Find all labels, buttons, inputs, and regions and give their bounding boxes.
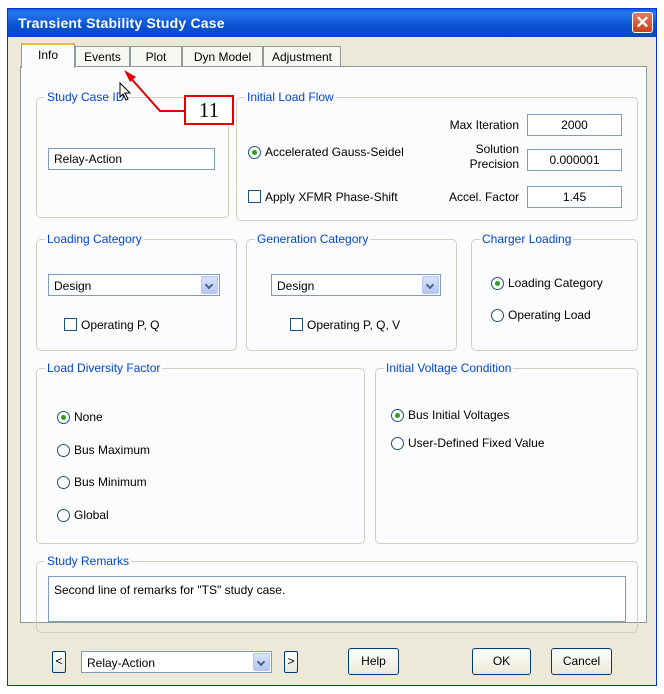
charger-operating-load-radio[interactable]	[491, 309, 504, 322]
title-bar[interactable]: Transient Stability Study Case ✕	[8, 9, 656, 37]
chevron-down-icon[interactable]	[201, 276, 218, 294]
apply-xfmr-checkbox[interactable]	[248, 190, 261, 203]
charger-loading-group: Charger Loading	[471, 232, 638, 351]
accel-factor-label: Accel. Factor	[448, 190, 519, 204]
tab-dyn-model[interactable]: Dyn Model	[182, 46, 263, 67]
loading-operating-pq-checkbox[interactable]	[64, 318, 77, 331]
tab-info[interactable]: Info	[21, 43, 75, 68]
tab-events[interactable]: Events	[75, 46, 130, 67]
initial-voltage-group: Initial Voltage Condition	[375, 361, 638, 544]
annotation-callout: 11	[184, 95, 234, 125]
user-defined-fixed-value-radio[interactable]	[391, 437, 404, 450]
bus-initial-voltages-radio[interactable]	[391, 409, 404, 422]
diversity-bus-minimum-radio[interactable]	[57, 476, 70, 489]
tab-plot[interactable]: Plot	[130, 46, 182, 67]
previous-study-case-button[interactable]: <	[52, 651, 66, 673]
max-iteration-input[interactable]: 2000	[527, 114, 622, 136]
study-case-select[interactable]: Relay-Action	[81, 651, 272, 673]
accelerated-gauss-seidel-radio[interactable]	[248, 146, 261, 159]
accel-factor-input[interactable]: 1.45	[527, 186, 622, 208]
accelerated-gauss-seidel-label: Accelerated Gauss-Seidel	[265, 145, 404, 159]
apply-xfmr-label: Apply XFMR Phase-Shift	[265, 190, 398, 204]
charger-loading-label: Charger Loading	[480, 232, 574, 246]
loading-operating-pq-label: Operating P, Q	[81, 318, 160, 332]
study-case-select-value: Relay-Action	[87, 656, 156, 670]
solution-precision-label-line2: Precision	[469, 157, 519, 171]
diversity-none-label: None	[74, 410, 103, 424]
solution-precision-input[interactable]: 0.000001	[527, 149, 622, 171]
tab-adjustment[interactable]: Adjustment	[263, 46, 341, 67]
generation-category-label: Generation Category	[255, 232, 371, 246]
loading-category-select[interactable]: Design	[48, 274, 220, 296]
study-case-id-label: Study Case ID	[45, 90, 127, 104]
close-button[interactable]: ✕	[632, 12, 653, 33]
max-iteration-label: Max Iteration	[449, 118, 519, 132]
next-study-case-button[interactable]: >	[284, 651, 298, 673]
charger-loading-category-label: Loading Category	[508, 276, 603, 290]
diversity-global-radio[interactable]	[57, 509, 70, 522]
diversity-none-radio[interactable]	[57, 411, 70, 424]
window-title: Transient Stability Study Case	[18, 15, 225, 31]
generation-category-value: Design	[277, 279, 315, 293]
study-remarks-textarea[interactable]: Second line of remarks for "TS" study ca…	[48, 576, 626, 622]
bus-initial-voltages-label: Bus Initial Voltages	[408, 408, 510, 422]
ok-button[interactable]: OK	[472, 648, 531, 675]
help-button[interactable]: Help	[348, 648, 399, 675]
diversity-bus-minimum-label: Bus Minimum	[74, 475, 147, 489]
solution-precision-label-line1: Solution	[475, 142, 519, 156]
loading-category-label: Loading Category	[45, 232, 144, 246]
load-diversity-label: Load Diversity Factor	[45, 361, 163, 375]
initial-voltage-label: Initial Voltage Condition	[384, 361, 514, 375]
study-case-id-input[interactable]: Relay-Action	[48, 148, 215, 170]
diversity-bus-maximum-radio[interactable]	[57, 444, 70, 457]
study-remarks-label: Study Remarks	[45, 554, 132, 568]
charger-loading-category-radio[interactable]	[491, 277, 504, 290]
loading-category-value: Design	[54, 279, 92, 293]
generation-category-select[interactable]: Design	[271, 274, 441, 296]
charger-operating-load-label: Operating Load	[508, 308, 591, 322]
chevron-down-icon[interactable]	[422, 276, 439, 294]
mouse-cursor-icon	[119, 82, 132, 101]
cancel-button[interactable]: Cancel	[551, 648, 612, 675]
generation-operating-pqv-label: Operating P, Q, V	[307, 318, 401, 332]
diversity-global-label: Global	[74, 508, 109, 522]
diversity-bus-maximum-label: Bus Maximum	[74, 443, 151, 457]
initial-load-flow-label: Initial Load Flow	[245, 90, 336, 104]
chevron-down-icon[interactable]	[253, 653, 270, 671]
user-defined-fixed-value-label: User-Defined Fixed Value	[408, 436, 545, 450]
generation-operating-pqv-checkbox[interactable]	[290, 318, 303, 331]
